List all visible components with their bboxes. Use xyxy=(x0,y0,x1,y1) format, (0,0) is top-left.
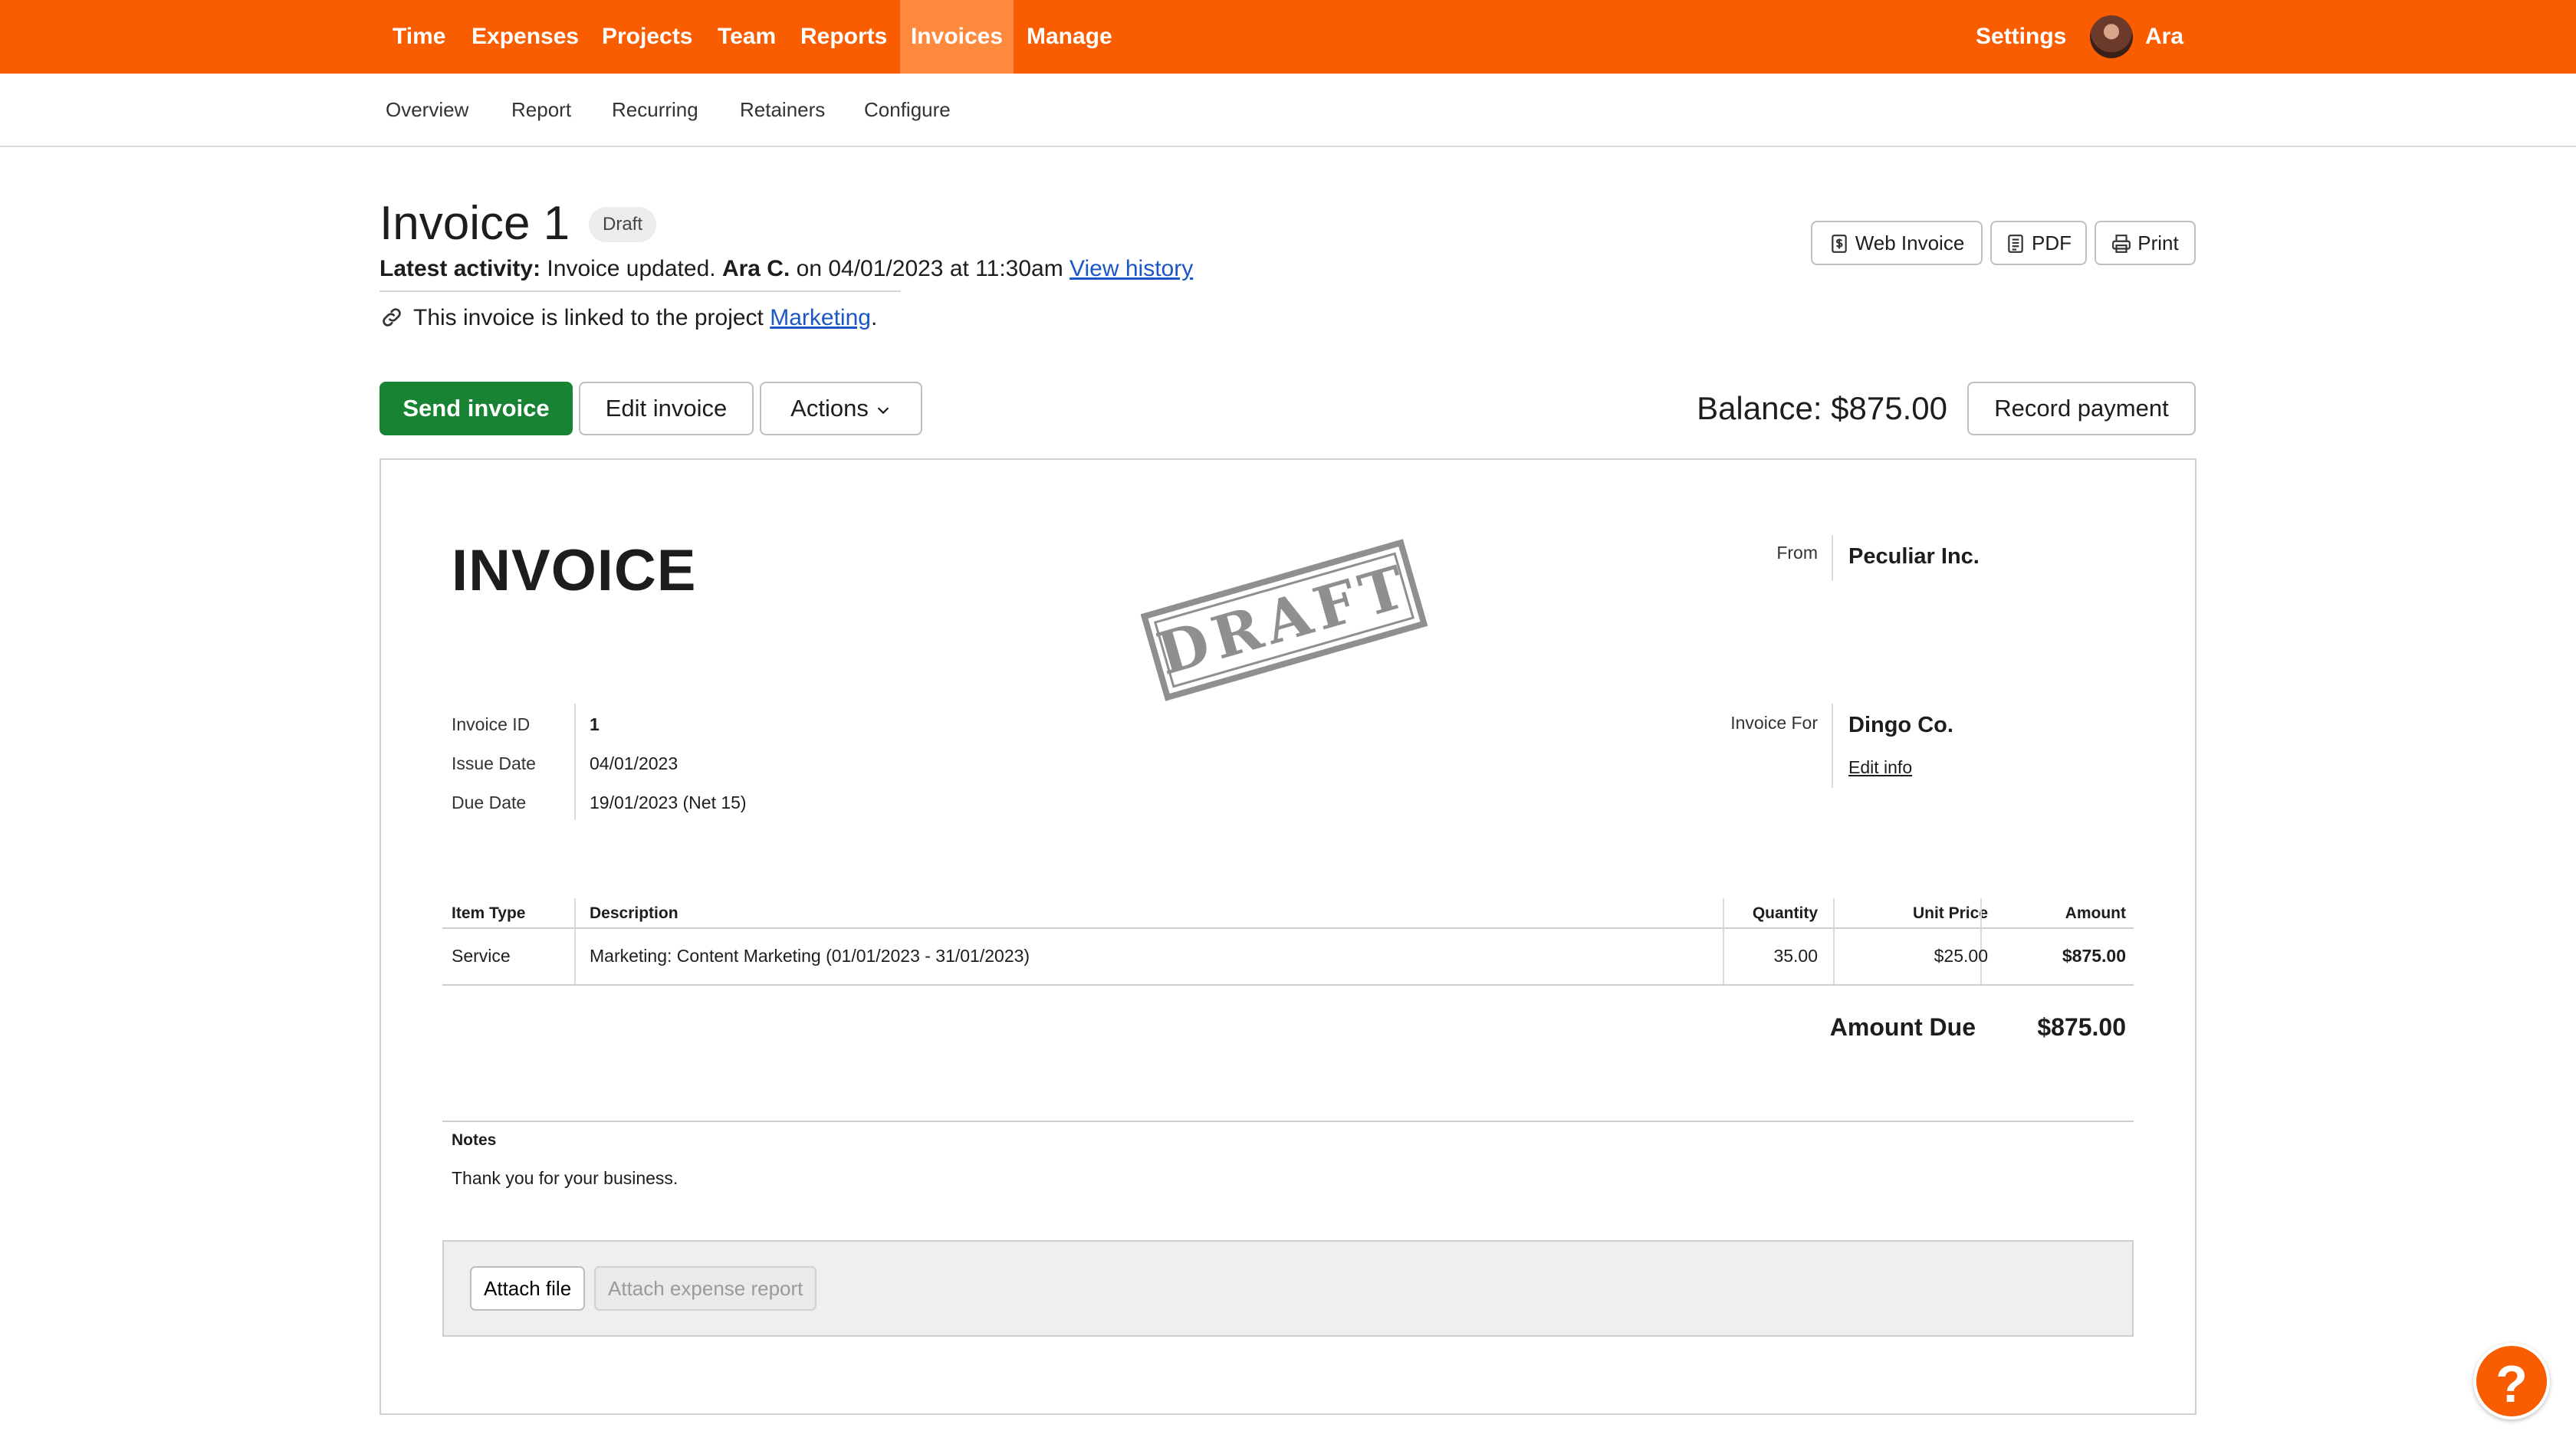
from-divider xyxy=(1832,535,1833,581)
web-invoice-icon xyxy=(1831,235,1847,253)
nav-team[interactable]: Team xyxy=(718,0,776,74)
activity-text: Invoice updated. xyxy=(547,256,716,281)
client-company: Dingo Co. xyxy=(1848,713,1953,737)
col-divider xyxy=(1723,898,1724,984)
due-date-label: Due Date xyxy=(452,793,527,812)
subnav-configure[interactable]: Configure xyxy=(864,74,951,146)
linked-suffix: . xyxy=(870,305,878,330)
invoice-heading: INVOICE xyxy=(452,538,697,603)
draft-stamp: DRAFT xyxy=(1140,539,1428,701)
edit-invoice-button[interactable]: Edit invoice xyxy=(579,382,754,435)
attachments-panel: Attach file Attach expense report xyxy=(442,1240,2134,1337)
amount-due-value: $875.00 xyxy=(2037,1013,2126,1041)
invoice-for-label: Invoice For xyxy=(1730,713,1818,733)
page-title: Invoice 1 xyxy=(380,197,570,250)
edit-info-link[interactable]: Edit info xyxy=(1848,757,1912,778)
activity-label: Latest activity: xyxy=(380,256,541,281)
row-unit-price: $25.00 xyxy=(1934,946,1988,966)
attach-expense-report-button[interactable]: Attach expense report xyxy=(594,1266,817,1311)
nav-expenses[interactable]: Expenses xyxy=(472,0,579,74)
nav-settings[interactable]: Settings xyxy=(1976,0,2066,74)
issue-date-label: Issue Date xyxy=(452,753,536,773)
for-divider xyxy=(1832,704,1833,788)
col-divider xyxy=(574,898,576,984)
col-divider xyxy=(1980,898,1982,984)
invoice-document: INVOICE DRAFT From Peculiar Inc. Invoice… xyxy=(380,458,2196,1415)
linked-project-notice: This invoice is linked to the project Ma… xyxy=(380,304,877,333)
view-history-link[interactable]: View history xyxy=(1070,256,1193,281)
document-icon xyxy=(2008,235,2023,253)
subnav-report[interactable]: Report xyxy=(511,74,571,146)
print-button[interactable]: Print xyxy=(2095,221,2196,265)
notes-rule xyxy=(442,1121,2134,1122)
sub-nav: Overview Report Recurring Retainers Conf… xyxy=(0,74,2576,147)
col-amount: Amount xyxy=(2065,904,2126,922)
actions-label: Actions xyxy=(790,395,869,422)
row-quantity: 35.00 xyxy=(1773,946,1818,966)
attach-file-button[interactable]: Attach file xyxy=(470,1266,586,1311)
issue-date-value: 04/01/2023 xyxy=(590,753,678,773)
actions-dropdown[interactable]: Actions xyxy=(760,382,922,435)
chevron-down-icon xyxy=(877,407,889,415)
link-icon xyxy=(383,308,401,327)
row-description: Marketing: Content Marketing (01/01/2023… xyxy=(590,946,1030,966)
status-badge: Draft xyxy=(589,207,657,242)
web-invoice-button[interactable]: Web Invoice xyxy=(1811,221,1983,265)
notes-label: Notes xyxy=(452,1131,497,1149)
activity-user: Ara C. xyxy=(721,256,790,281)
top-nav: Time Expenses Projects Team Reports Invo… xyxy=(0,0,2576,74)
subnav-retainers[interactable]: Retainers xyxy=(740,74,825,146)
nav-reports[interactable]: Reports xyxy=(800,0,887,74)
record-payment-button[interactable]: Record payment xyxy=(1967,382,2196,435)
subnav-recurring[interactable]: Recurring xyxy=(612,74,698,146)
nav-manage[interactable]: Manage xyxy=(1027,0,1112,74)
printer-icon xyxy=(2112,235,2131,253)
fields-divider xyxy=(574,704,576,820)
invoice-id-value: 1 xyxy=(590,714,600,734)
row-amount: $875.00 xyxy=(2062,946,2126,966)
subnav-overview[interactable]: Overview xyxy=(386,74,468,146)
print-label: Print xyxy=(2137,231,2179,254)
col-unit-price: Unit Price xyxy=(1912,904,1988,922)
table-bottom-rule xyxy=(442,984,2134,986)
nav-projects[interactable]: Projects xyxy=(602,0,692,74)
due-date-value: 19/01/2023 (Net 15) xyxy=(590,793,747,812)
activity-date: on 04/01/2023 at 11:30am xyxy=(796,256,1063,281)
col-divider xyxy=(1833,898,1835,984)
from-label: From xyxy=(1776,543,1818,563)
from-company: Peculiar Inc. xyxy=(1848,544,1980,569)
pdf-label: PDF xyxy=(2032,231,2072,254)
web-invoice-label: Web Invoice xyxy=(1855,231,1965,254)
table-header-rule xyxy=(442,927,2134,929)
notes-text: Thank you for your business. xyxy=(452,1168,678,1188)
pdf-button[interactable]: PDF xyxy=(1990,221,2087,265)
amount-due-label: Amount Due xyxy=(1829,1013,1976,1041)
nav-invoices[interactable]: Invoices xyxy=(900,0,1014,74)
linked-prefix: This invoice is linked to the project xyxy=(413,305,764,330)
balance-amount: Balance: $875.00 xyxy=(1697,390,1947,426)
help-button[interactable]: ? xyxy=(2473,1343,2550,1419)
activity-divider xyxy=(380,290,901,292)
col-item-type: Item Type xyxy=(452,904,526,922)
user-avatar[interactable] xyxy=(2090,15,2133,58)
col-quantity: Quantity xyxy=(1752,904,1818,922)
row-item-type: Service xyxy=(452,946,511,966)
latest-activity: Latest activity: Invoice updated. Ara C.… xyxy=(380,254,1193,284)
invoice-id-label: Invoice ID xyxy=(452,714,531,734)
project-link[interactable]: Marketing xyxy=(770,305,871,330)
send-invoice-button[interactable]: Send invoice xyxy=(380,382,573,435)
nav-user-name[interactable]: Ara xyxy=(2145,0,2183,74)
nav-time[interactable]: Time xyxy=(393,0,445,74)
col-description: Description xyxy=(590,904,678,922)
